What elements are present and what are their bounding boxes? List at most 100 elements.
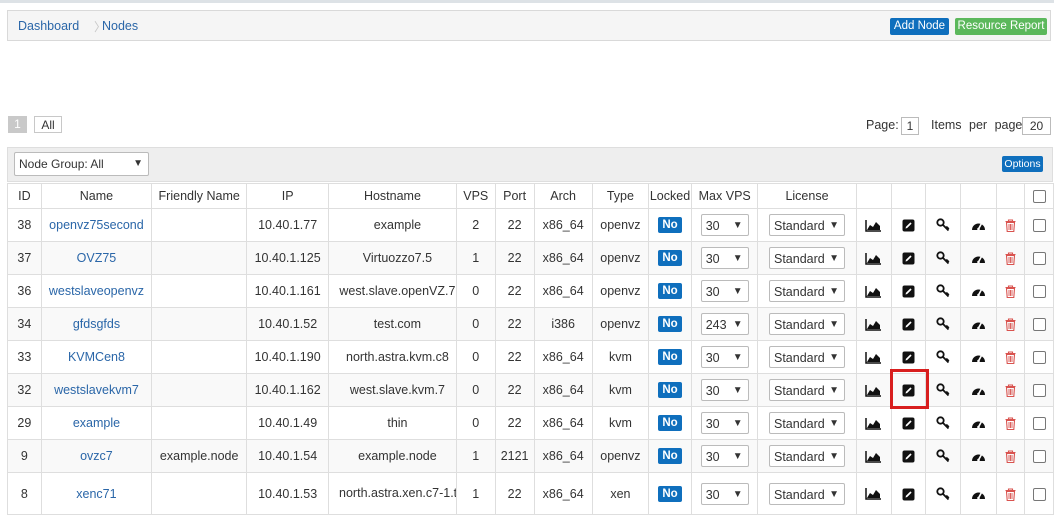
edit-icon[interactable] bbox=[902, 450, 915, 463]
dashboard-gauge-icon[interactable] bbox=[971, 252, 986, 265]
trash-icon[interactable] bbox=[1005, 252, 1016, 266]
stats-icon[interactable] bbox=[865, 384, 882, 397]
select-all-checkbox[interactable] bbox=[1032, 190, 1046, 204]
dashboard-gauge-icon[interactable] bbox=[971, 318, 986, 331]
node-name-link[interactable]: ovzc7 bbox=[80, 449, 113, 463]
stats-icon[interactable] bbox=[865, 417, 882, 430]
dashboard-gauge-icon[interactable] bbox=[971, 450, 986, 463]
license-select[interactable]: Standard ▼ bbox=[769, 482, 845, 505]
max-vps-select[interactable]: 30 ▼ bbox=[700, 482, 749, 505]
items-per-page-input[interactable]: 20 bbox=[1022, 117, 1051, 135]
node-name-link[interactable]: example bbox=[73, 416, 120, 430]
trash-icon[interactable] bbox=[1005, 351, 1016, 365]
column-header-locked[interactable]: Locked bbox=[648, 183, 692, 209]
key-icon[interactable] bbox=[936, 416, 950, 430]
edit-icon[interactable] bbox=[902, 417, 915, 430]
page-number-1[interactable]: 1 bbox=[8, 116, 27, 133]
key-icon[interactable] bbox=[936, 317, 950, 331]
column-header-license[interactable]: License bbox=[757, 183, 857, 209]
edit-icon[interactable] bbox=[902, 252, 915, 265]
stats-icon[interactable] bbox=[865, 488, 882, 500]
node-name-link[interactable]: westslaveopenvz bbox=[49, 284, 144, 298]
trash-icon[interactable] bbox=[1005, 318, 1016, 332]
node-name-link[interactable]: westslavekvm7 bbox=[54, 383, 139, 397]
stats-icon[interactable] bbox=[865, 285, 882, 298]
column-header-max-vps[interactable]: Max VPS bbox=[690, 183, 759, 209]
node-name-link[interactable]: gfdsgfds bbox=[73, 317, 120, 331]
edit-icon[interactable] bbox=[902, 219, 915, 232]
max-vps-select[interactable]: 30 ▼ bbox=[700, 445, 749, 467]
stats-icon[interactable] bbox=[865, 219, 882, 232]
trash-icon[interactable] bbox=[1005, 219, 1016, 233]
trash-icon[interactable] bbox=[1005, 488, 1016, 501]
locked-toggle[interactable]: No bbox=[658, 283, 682, 299]
breadcrumb-nodes-link[interactable]: Nodes bbox=[102, 19, 138, 33]
max-vps-select[interactable]: 30 ▼ bbox=[700, 346, 749, 368]
max-vps-select[interactable]: 30 ▼ bbox=[700, 247, 749, 269]
trash-icon[interactable] bbox=[1005, 384, 1016, 398]
locked-toggle[interactable]: No bbox=[658, 382, 682, 398]
locked-toggle[interactable]: No bbox=[658, 217, 682, 233]
row-checkbox[interactable] bbox=[1032, 285, 1046, 299]
max-vps-select[interactable]: 30 ▼ bbox=[700, 379, 749, 401]
stats-icon[interactable] bbox=[865, 252, 882, 265]
node-group-select[interactable]: Node Group: All ▼ bbox=[14, 152, 149, 176]
stats-icon[interactable] bbox=[865, 351, 882, 364]
node-name-link[interactable]: openvz75second bbox=[49, 218, 144, 232]
row-checkbox[interactable] bbox=[1032, 417, 1046, 431]
resource-report-button[interactable]: Resource Report bbox=[955, 18, 1047, 35]
key-icon[interactable] bbox=[936, 487, 950, 501]
row-checkbox[interactable] bbox=[1032, 487, 1046, 501]
license-select[interactable]: Standard ▼ bbox=[769, 313, 845, 335]
options-button[interactable]: Options bbox=[1002, 156, 1043, 172]
license-select[interactable]: Standard ▼ bbox=[769, 214, 845, 236]
node-name-link[interactable]: OVZ75 bbox=[77, 251, 117, 265]
locked-toggle[interactable]: No bbox=[658, 448, 682, 464]
edit-icon[interactable] bbox=[902, 351, 915, 364]
row-checkbox[interactable] bbox=[1032, 351, 1046, 365]
locked-toggle[interactable]: No bbox=[658, 485, 682, 502]
max-vps-select[interactable]: 30 ▼ bbox=[700, 214, 749, 236]
column-header-vps[interactable]: VPS bbox=[455, 183, 496, 209]
column-header-hostname[interactable]: Hostname bbox=[328, 183, 457, 209]
trash-icon[interactable] bbox=[1005, 417, 1016, 431]
column-header-port[interactable]: Port bbox=[494, 183, 535, 209]
locked-toggle[interactable]: No bbox=[658, 250, 682, 266]
dashboard-gauge-icon[interactable] bbox=[971, 285, 986, 298]
max-vps-select[interactable]: 30 ▼ bbox=[700, 412, 749, 434]
key-icon[interactable] bbox=[936, 350, 950, 364]
node-name-link[interactable]: xenc71 bbox=[76, 487, 116, 501]
page-all-button[interactable]: All bbox=[34, 116, 62, 133]
stats-icon[interactable] bbox=[865, 318, 882, 331]
edit-icon[interactable] bbox=[902, 318, 915, 331]
page-input[interactable]: 1 bbox=[901, 117, 919, 135]
key-icon[interactable] bbox=[936, 449, 950, 463]
dashboard-gauge-icon[interactable] bbox=[971, 219, 986, 232]
node-name-link[interactable]: KVMCen8 bbox=[68, 350, 125, 364]
key-icon[interactable] bbox=[936, 383, 950, 397]
locked-toggle[interactable]: No bbox=[658, 316, 682, 332]
column-header-type[interactable]: Type bbox=[591, 183, 650, 209]
breadcrumb-dashboard-link[interactable]: Dashboard bbox=[18, 19, 79, 33]
max-vps-select[interactable]: 243 ▼ bbox=[700, 313, 749, 335]
key-icon[interactable] bbox=[936, 218, 950, 232]
trash-icon[interactable] bbox=[1005, 285, 1016, 299]
key-icon[interactable] bbox=[936, 284, 950, 298]
license-select[interactable]: Standard ▼ bbox=[769, 412, 845, 434]
dashboard-gauge-icon[interactable] bbox=[971, 488, 986, 501]
dashboard-gauge-icon[interactable] bbox=[971, 417, 986, 430]
column-header-friendly-name[interactable]: Friendly Name bbox=[151, 183, 248, 209]
max-vps-select[interactable]: 30 ▼ bbox=[700, 280, 749, 302]
license-select[interactable]: Standard ▼ bbox=[769, 247, 845, 269]
locked-toggle[interactable]: No bbox=[658, 415, 682, 431]
row-checkbox[interactable] bbox=[1032, 219, 1046, 233]
row-checkbox[interactable] bbox=[1032, 384, 1046, 398]
column-header-id[interactable]: ID bbox=[7, 183, 42, 209]
stats-icon[interactable] bbox=[865, 450, 882, 463]
add-node-button[interactable]: Add Node bbox=[890, 18, 949, 35]
dashboard-gauge-icon[interactable] bbox=[971, 351, 986, 364]
dashboard-gauge-icon[interactable] bbox=[971, 384, 986, 397]
edit-icon[interactable] bbox=[902, 285, 915, 298]
row-checkbox[interactable] bbox=[1032, 252, 1046, 266]
row-checkbox[interactable] bbox=[1032, 318, 1046, 332]
